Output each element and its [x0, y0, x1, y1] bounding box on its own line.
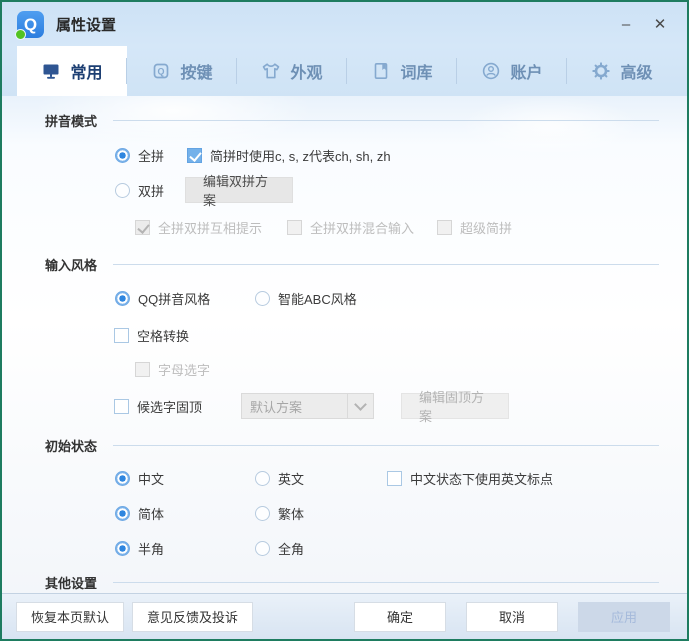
radio-abc-style[interactable]: 智能ABC风格 — [255, 289, 357, 308]
settings-panel-common: 拼音模式 全拼 简拼时使用c, s, z代表ch, sh, zh 双拼 编辑双拼… — [2, 96, 687, 593]
edit-shuangpin-button[interactable]: 编辑双拼方案 — [185, 177, 293, 203]
radio-half-width[interactable]: 半角 — [115, 539, 255, 558]
radio-icon — [115, 541, 130, 556]
book-icon — [371, 61, 391, 81]
checkbox-space-convert[interactable]: 空格转换 — [114, 326, 189, 345]
tab-label: 外观 — [290, 59, 322, 83]
section-title: 其他设置 — [45, 573, 97, 592]
tab-appearance[interactable]: 外观 — [237, 46, 347, 96]
checkbox-icon — [287, 220, 302, 235]
section-divider — [113, 582, 659, 583]
radio-icon — [115, 506, 130, 521]
checkbox-shuangpin-hint: 全拼双拼互相提示 — [135, 218, 287, 237]
monitor-icon — [41, 61, 61, 81]
tab-label: 按键 — [180, 59, 212, 83]
section-divider — [113, 445, 659, 446]
radio-traditional[interactable]: 繁体 — [255, 504, 304, 523]
restore-defaults-button[interactable]: 恢复本页默认 — [16, 602, 124, 632]
checkbox-icon — [387, 471, 402, 486]
section-title: 输入风格 — [45, 255, 97, 274]
checkbox-icon — [135, 362, 150, 377]
radio-chinese[interactable]: 中文 — [115, 469, 255, 488]
tab-keys[interactable]: Q 按键 — [127, 46, 237, 96]
radio-english[interactable]: 英文 — [255, 469, 387, 488]
tab-label: 账户 — [510, 59, 542, 83]
radio-simplified[interactable]: 简体 — [115, 504, 255, 523]
minimize-icon: – — [622, 16, 630, 33]
section-title: 拼音模式 — [45, 111, 97, 130]
tab-common[interactable]: 常用 — [17, 46, 127, 96]
close-button[interactable]: ✕ — [645, 10, 675, 38]
radio-icon — [255, 291, 270, 306]
checkbox-jianpin-csz[interactable]: 简拼时使用c, s, z代表ch, sh, zh — [187, 146, 391, 165]
section-input-style: 输入风格 — [45, 255, 659, 274]
radio-shuangpin[interactable]: 双拼 — [115, 181, 185, 200]
radio-icon — [115, 148, 130, 163]
edit-pin-scheme-button: 编辑固顶方案 — [401, 393, 509, 419]
checkbox-icon — [114, 399, 129, 414]
section-divider — [113, 264, 659, 265]
close-icon: ✕ — [654, 15, 667, 33]
settings-tab-bar: 常用 Q 按键 外观 词库 — [2, 46, 687, 96]
radio-icon — [115, 291, 130, 306]
checkbox-icon — [114, 328, 129, 343]
checkbox-icon — [187, 148, 202, 163]
checkbox-icon — [135, 220, 150, 235]
radio-qq-style[interactable]: QQ拼音风格 — [115, 289, 255, 308]
feedback-button[interactable]: 意见反馈及投诉 — [132, 602, 253, 632]
svg-text:Q: Q — [158, 66, 165, 76]
title-bar: Q 属性设置 – ✕ — [2, 2, 687, 46]
checkbox-english-punct[interactable]: 中文状态下使用英文标点 — [387, 469, 553, 488]
radio-quanpin[interactable]: 全拼 — [115, 146, 187, 165]
checkbox-icon — [437, 220, 452, 235]
window-title: 属性设置 — [56, 14, 116, 35]
pin-scheme-dropdown: 默认方案 — [241, 393, 374, 419]
radio-icon — [255, 506, 270, 521]
checkbox-letter-select: 字母选字 — [135, 360, 210, 379]
account-icon — [481, 61, 501, 81]
tab-dictionary[interactable]: 词库 — [347, 46, 457, 96]
section-divider — [113, 120, 659, 121]
chevron-down-icon — [347, 394, 373, 418]
tshirt-icon — [261, 61, 281, 81]
properties-dialog: Q 属性设置 – ✕ 常用 Q 按键 — [0, 0, 689, 641]
radio-icon — [255, 471, 270, 486]
qq-pinyin-logo-icon: Q — [17, 11, 44, 38]
radio-icon — [115, 183, 130, 198]
dialog-footer: 恢复本页默认 意见反馈及投诉 确定 取消 应用 — [2, 593, 687, 639]
radio-full-width[interactable]: 全角 — [255, 539, 304, 558]
radio-icon — [115, 471, 130, 486]
cancel-button[interactable]: 取消 — [466, 602, 558, 632]
gear-icon — [591, 61, 611, 81]
key-q-icon: Q — [151, 61, 171, 81]
tab-label: 常用 — [70, 59, 102, 83]
ok-button[interactable]: 确定 — [354, 602, 446, 632]
radio-icon — [255, 541, 270, 556]
tab-label: 词库 — [400, 59, 432, 83]
section-title: 初始状态 — [45, 436, 97, 455]
minimize-button[interactable]: – — [611, 10, 641, 38]
checkbox-super-jianpin: 超级简拼 — [437, 218, 512, 237]
section-other-settings: 其他设置 — [45, 573, 659, 592]
section-pinyin-mode: 拼音模式 — [45, 111, 659, 130]
apply-button: 应用 — [578, 602, 670, 632]
tab-account[interactable]: 账户 — [457, 46, 567, 96]
section-initial-state: 初始状态 — [45, 436, 659, 455]
checkbox-candidate-pin[interactable]: 候选字固顶 — [114, 397, 241, 416]
checkbox-mixed-input: 全拼双拼混合输入 — [287, 218, 437, 237]
tab-advanced[interactable]: 高级 — [567, 46, 677, 96]
tab-label: 高级 — [620, 59, 652, 83]
